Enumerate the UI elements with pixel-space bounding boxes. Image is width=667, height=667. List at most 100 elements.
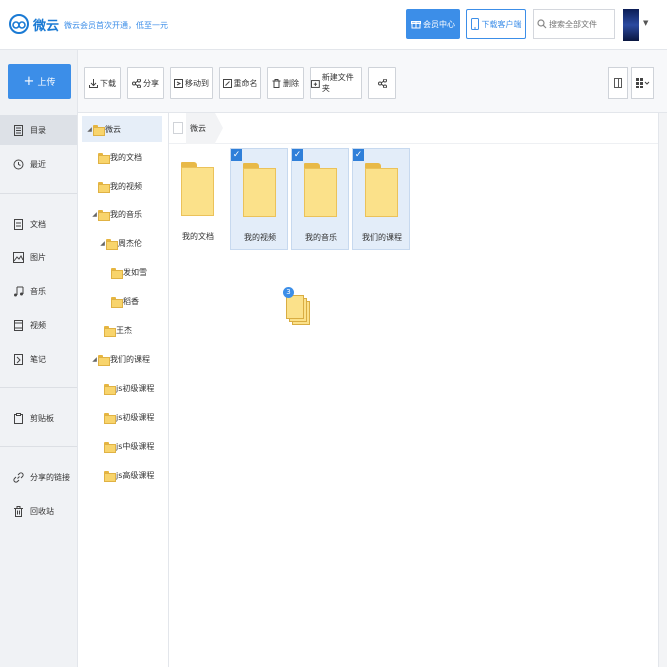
- breadcrumb-item[interactable]: 微云: [186, 112, 223, 144]
- check-icon[interactable]: ✓: [231, 149, 242, 161]
- divider: [0, 446, 77, 447]
- sidebar-item-label: 图片: [30, 252, 46, 262]
- tree-item-label: 我的文档: [110, 152, 142, 162]
- clock-icon: [13, 159, 23, 169]
- tree-item[interactable]: ◢ 我们的课程: [91, 346, 150, 372]
- delete-label: 删除: [283, 78, 299, 88]
- caret-down-icon[interactable]: ◢: [99, 240, 106, 247]
- tree-item[interactable]: ◢ 我的音乐: [91, 201, 142, 227]
- sidebar-item-label: 最近: [30, 159, 46, 169]
- tree-item[interactable]: js初级课程: [104, 404, 154, 430]
- check-icon[interactable]: ✓: [353, 149, 364, 161]
- folder-name: 我们的课程: [362, 233, 402, 242]
- share-button[interactable]: 分享: [127, 67, 164, 99]
- folder-name: 我的音乐: [305, 233, 337, 242]
- folder-icon: [104, 441, 116, 453]
- tree-item-label: js中级课程: [116, 441, 155, 451]
- upload-button[interactable]: + 上传: [8, 64, 71, 99]
- sidebar-item-shared-links[interactable]: 分享的链接: [0, 462, 77, 492]
- sidebar-item-label: 回收站: [30, 506, 54, 516]
- sidebar-item-music[interactable]: 音乐: [0, 276, 77, 306]
- drag-page: [286, 295, 304, 319]
- tree-item[interactable]: ◢ 微云: [82, 116, 162, 142]
- rename-icon: [222, 78, 232, 88]
- tree-item-label: 发如雪: [123, 267, 147, 277]
- folder-icon: [104, 325, 116, 337]
- sidebar-item-label: 笔记: [30, 354, 46, 364]
- tree-item-label: js初级课程: [116, 412, 155, 422]
- check-icon[interactable]: ✓: [292, 149, 303, 161]
- sidebar-item-directory[interactable]: 目录: [0, 115, 77, 145]
- image-icon: [12, 251, 24, 263]
- tree-item[interactable]: 王杰: [104, 317, 132, 343]
- promo-link[interactable]: 微云会员首次开通，低至一元: [64, 20, 168, 31]
- scrollbar[interactable]: [658, 113, 667, 667]
- folder-icon: [106, 238, 118, 250]
- sidebar-item-label: 音乐: [30, 286, 46, 296]
- chevron-down-icon[interactable]: ▼: [643, 19, 648, 27]
- top-header: 微云 微云会员首次开通，低至一元 会员中心 下载客户端 ▼: [0, 0, 667, 50]
- tree-item[interactable]: js初级课程: [104, 375, 154, 401]
- new-folder-icon: [311, 79, 320, 88]
- tree-item-label: 微云: [105, 124, 121, 134]
- folder-icon: [104, 412, 116, 424]
- folder-icon: [365, 163, 398, 217]
- delete-button[interactable]: 删除: [267, 67, 304, 99]
- folder-tile[interactable]: 我的文档: [169, 148, 227, 250]
- share-label: 分享: [143, 78, 159, 88]
- tree-item[interactable]: js高级课程: [104, 462, 154, 488]
- rename-button[interactable]: 重命名: [219, 67, 261, 99]
- download-button[interactable]: 下载: [84, 67, 121, 99]
- plus-icon: +: [23, 74, 35, 89]
- folder-name: 我的视频: [244, 233, 276, 242]
- move-to-label: 移动到: [185, 78, 209, 88]
- sidebar-item-trash[interactable]: 回收站: [0, 496, 77, 526]
- tree-item-label: 王杰: [116, 325, 132, 335]
- vip-center-label: 会员中心: [423, 19, 455, 29]
- download-label: 下载: [100, 78, 116, 88]
- sidebar-item-clipboard[interactable]: 剪贴板: [0, 403, 77, 433]
- tree-item-label: 我的视频: [110, 181, 142, 191]
- download-icon: [89, 78, 98, 88]
- folder-tile[interactable]: ✓ 我的视频: [230, 148, 288, 250]
- more-share-button[interactable]: [368, 67, 396, 99]
- search-box[interactable]: [533, 9, 615, 39]
- sidebar-item-recent[interactable]: 最近: [0, 149, 77, 179]
- tree-item-label: 稻香: [123, 296, 139, 306]
- gift-icon: [411, 21, 421, 29]
- detail-panel-toggle[interactable]: [608, 67, 628, 99]
- tree-item[interactable]: 我的视频: [98, 173, 142, 199]
- search-input[interactable]: [549, 19, 613, 29]
- cloud-logo-icon: [9, 14, 29, 34]
- tree-item[interactable]: ◢ 周杰伦: [99, 230, 142, 256]
- upload-label: 上传: [37, 78, 56, 88]
- tree-item[interactable]: js中级课程: [104, 433, 154, 459]
- tree-item[interactable]: 我的文档: [98, 144, 142, 170]
- caret-down-icon[interactable]: ◢: [91, 211, 98, 218]
- sidebar-item-notes[interactable]: 笔记: [0, 344, 77, 374]
- breadcrumb: 微云: [169, 112, 658, 144]
- vip-center-button[interactable]: 会员中心: [406, 9, 460, 39]
- folder-icon: [98, 181, 110, 193]
- tree-item[interactable]: 发如雪: [111, 259, 147, 285]
- caret-down-icon[interactable]: ◢: [91, 356, 98, 363]
- divider: [0, 387, 77, 388]
- directory-icon: [13, 124, 23, 136]
- move-to-button[interactable]: 移动到: [170, 67, 213, 99]
- tree-item[interactable]: 稻香: [111, 288, 139, 314]
- select-all-checkbox[interactable]: [173, 122, 183, 134]
- sidebar-item-documents[interactable]: 文档: [0, 209, 77, 239]
- sidebar: + 上传 目录 最近 文档 图片 音乐 视频 笔记 剪贴板 分享的链接 回收站: [0, 50, 78, 667]
- caret-down-icon[interactable]: ◢: [86, 126, 93, 133]
- download-client-label: 下载客户端: [481, 19, 522, 29]
- tree-item-label: 我们的课程: [110, 354, 150, 364]
- logo[interactable]: 微云: [8, 13, 59, 35]
- avatar[interactable]: [623, 9, 639, 41]
- sidebar-item-video[interactable]: 视频: [0, 310, 77, 340]
- folder-tile[interactable]: ✓ 我们的课程: [352, 148, 410, 250]
- download-client-button[interactable]: 下载客户端: [466, 9, 526, 39]
- view-mode-toggle[interactable]: [631, 67, 654, 99]
- new-folder-button[interactable]: 新建文件夹: [310, 67, 362, 99]
- sidebar-item-images[interactable]: 图片: [0, 242, 77, 272]
- folder-tile[interactable]: ✓ 我的音乐: [291, 148, 349, 250]
